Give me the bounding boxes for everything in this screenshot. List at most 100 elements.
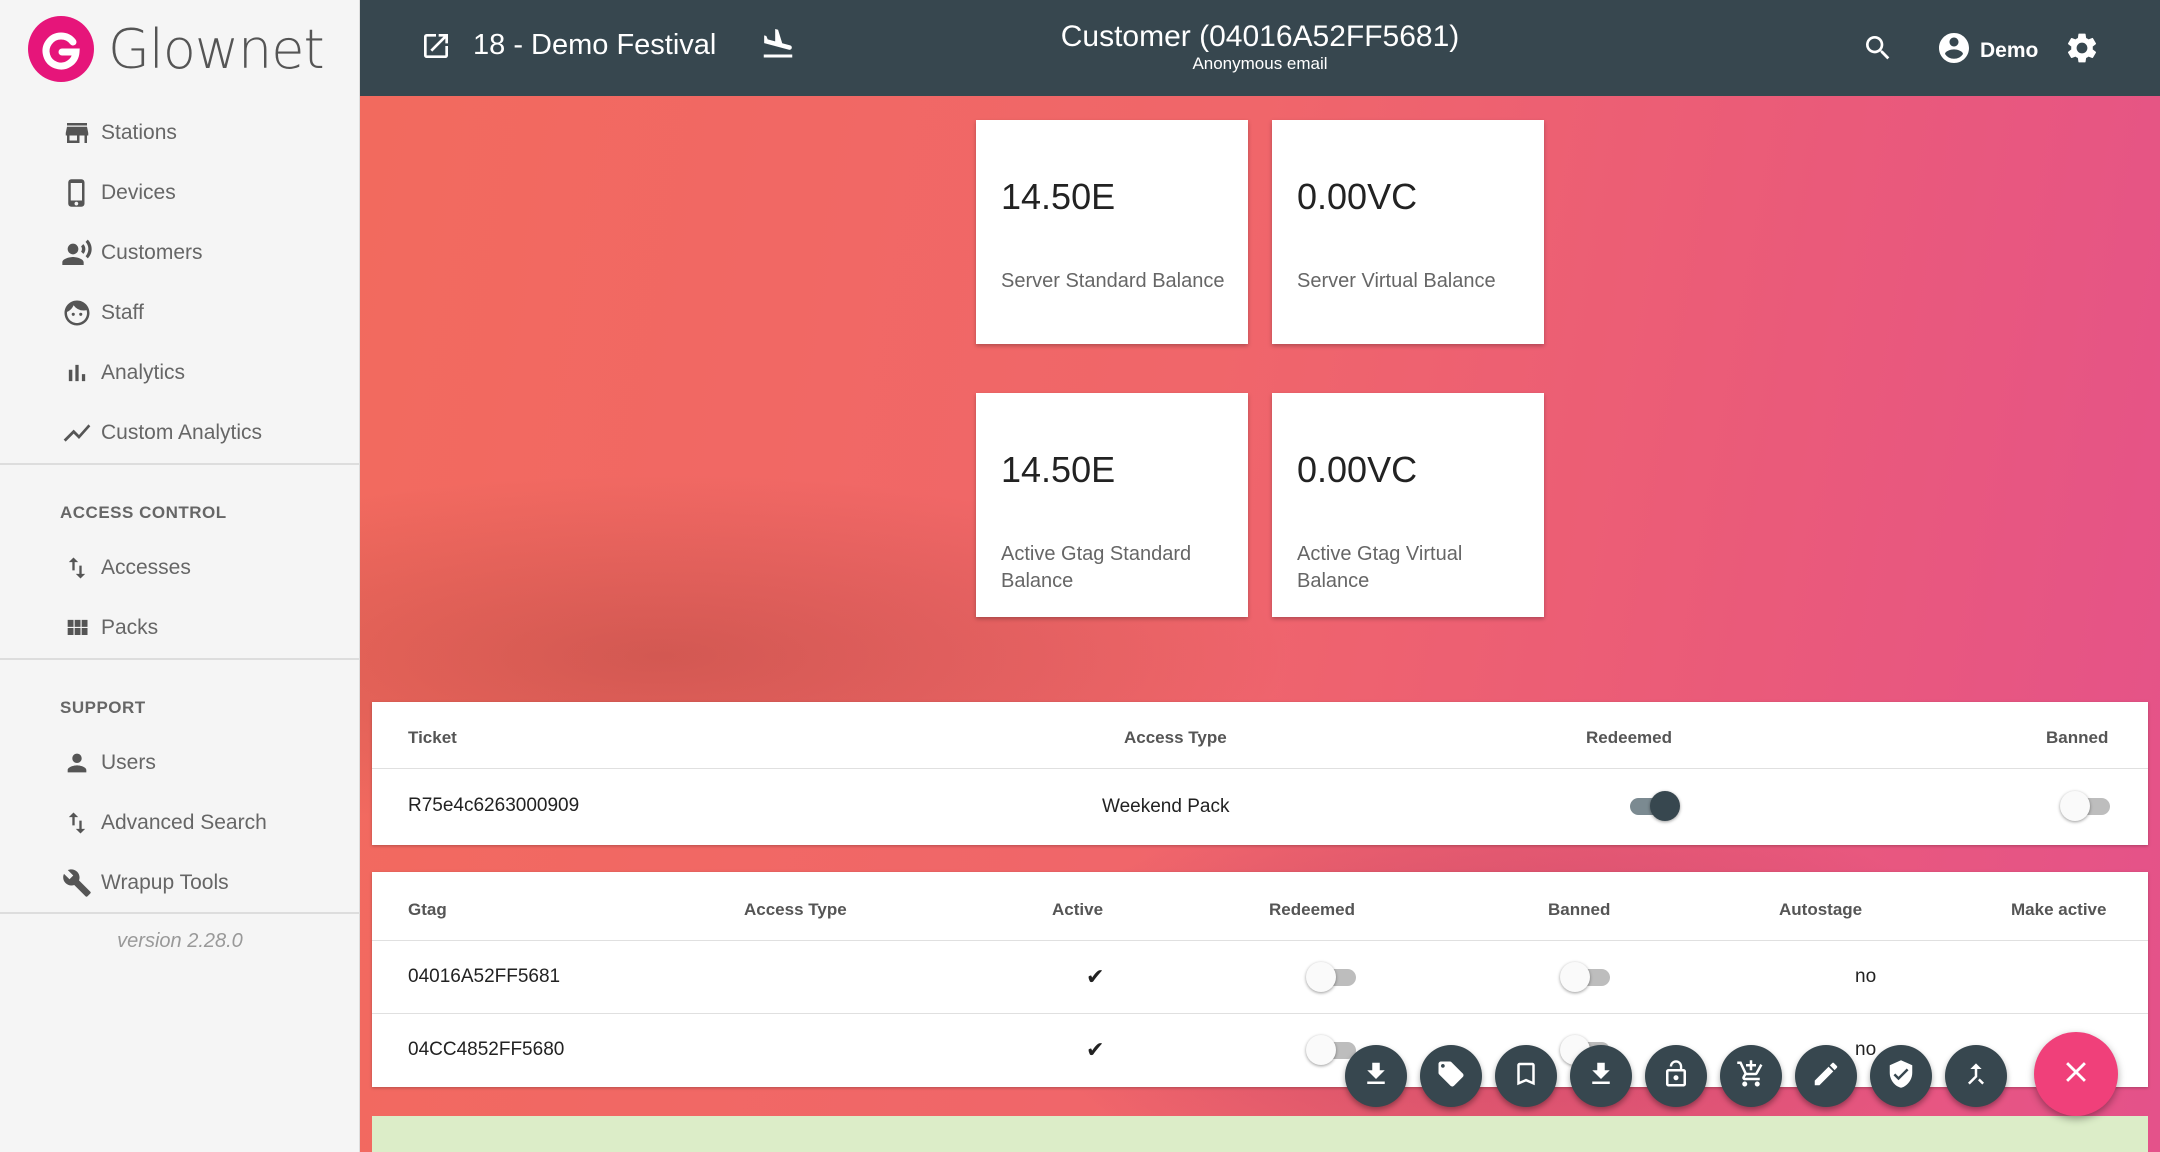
edit-button[interactable]: [1795, 1045, 1857, 1107]
balance-card-active-gtag-virtual: 0.00VC Active Gtag Virtual Balance: [1272, 393, 1544, 617]
search-icon[interactable]: [1862, 32, 1894, 69]
balance-caption: Active Gtag Virtual Balance: [1297, 543, 1463, 592]
sidebar-item-wrapup-tools[interactable]: Wrapup Tools: [0, 855, 360, 911]
ticket-code[interactable]: R75e4c6263000909: [408, 795, 579, 817]
sidebar-item-label: Devices: [101, 181, 176, 204]
tag-button[interactable]: [1420, 1045, 1482, 1107]
divider: [0, 912, 360, 914]
sidebar-item-advanced-search[interactable]: Advanced Search: [0, 795, 360, 851]
column-header-gtag: Gtag: [408, 900, 447, 919]
sidebar-item-label: Staff: [101, 301, 144, 324]
gtag-code[interactable]: 04CC4852FF5680: [408, 1039, 564, 1061]
grid-icon: [60, 611, 94, 645]
sidebar-item-stations[interactable]: Stations: [0, 105, 360, 161]
store-icon: [60, 116, 94, 150]
column-header-autostage: Autostage: [1779, 900, 1863, 919]
banned-toggle[interactable]: [2060, 791, 2114, 821]
gtag-code[interactable]: 04016A52FF5681: [408, 966, 560, 988]
app-name: Glownet: [108, 17, 325, 81]
face-icon: [60, 296, 94, 330]
sidebar: Glownet Stations Devices Customers Staff…: [0, 0, 360, 1152]
balance-caption: Active Gtag Standard Balance: [1001, 543, 1192, 592]
sidebar-item-label: Analytics: [101, 361, 186, 384]
phone-icon: [60, 176, 94, 210]
app-version: version 2.28.0: [117, 930, 243, 952]
sidebar-item-users[interactable]: Users: [0, 735, 360, 791]
balance-card-server-virtual: 0.00VC Server Virtual Balance: [1272, 120, 1544, 344]
column-header-redeemed: Redeemed: [1586, 728, 1672, 747]
person-icon: [60, 746, 94, 780]
divider: [372, 768, 2148, 769]
divider: [0, 463, 360, 465]
add-to-cart-button[interactable]: [1720, 1045, 1782, 1107]
download-button[interactable]: [1570, 1045, 1632, 1107]
sidebar-item-label: Advanced Search: [101, 811, 267, 834]
balance-caption: Server Virtual Balance: [1297, 270, 1496, 292]
column-header-banned: Banned: [1548, 900, 1611, 919]
divider: [0, 658, 360, 660]
divider: [372, 1013, 2148, 1014]
sidebar-item-accesses[interactable]: Accesses: [0, 540, 360, 596]
sidebar-item-label: Accesses: [101, 556, 191, 579]
banned-toggle[interactable]: [1560, 962, 1614, 992]
sidebar-item-label: Customers: [101, 241, 203, 264]
tickets-table: Ticket Access Type Redeemed Banned R75e4…: [372, 702, 2148, 845]
sidebar-item-label: Stations: [101, 121, 177, 144]
balance-value: 0.00VC: [1297, 176, 1418, 217]
download-icon: [1586, 1059, 1616, 1094]
close-fab-button[interactable]: [2034, 1032, 2118, 1116]
balance-caption: Server Standard Balance: [1001, 270, 1225, 292]
active-check-icon: ✔: [1086, 1037, 1105, 1062]
lock-open-icon: [1661, 1059, 1691, 1094]
trending-up-icon: [60, 416, 94, 450]
edit-icon: [1811, 1059, 1841, 1094]
merge-icon: [1961, 1059, 1991, 1094]
verified-icon: [1886, 1059, 1916, 1094]
swap-vert-icon: [60, 806, 94, 840]
column-header-make-active: Make active: [2011, 900, 2107, 919]
verify-button[interactable]: [1870, 1045, 1932, 1107]
column-header-access-type: Access Type: [744, 900, 847, 919]
glownet-logo-icon: [28, 16, 94, 82]
gear-icon[interactable]: [2064, 30, 2100, 71]
ticket-access-type: Weekend Pack: [1102, 796, 1230, 817]
sidebar-item-label: Packs: [101, 616, 159, 639]
status-strip: [372, 1116, 2148, 1152]
sidebar-item-label: Custom Analytics: [101, 421, 263, 444]
close-icon: [2059, 1055, 2093, 1094]
sidebar-item-devices[interactable]: Devices: [0, 165, 360, 221]
add-cart-icon: [1736, 1059, 1766, 1094]
bookmark-icon: [1511, 1059, 1541, 1094]
sidebar-item-customers[interactable]: Customers: [0, 225, 360, 281]
section-title-support: SUPPORT: [60, 698, 146, 717]
sidebar-item-staff[interactable]: Staff: [0, 285, 360, 341]
column-header-redeemed: Redeemed: [1269, 900, 1355, 919]
sidebar-item-label: Wrapup Tools: [101, 871, 229, 894]
balance-card-server-standard: 14.50E Server Standard Balance: [976, 120, 1248, 344]
column-header-ticket: Ticket: [408, 728, 457, 747]
logo[interactable]: Glownet: [28, 14, 325, 84]
redeemed-toggle[interactable]: [1306, 962, 1360, 992]
sidebar-item-label: Users: [101, 751, 156, 774]
download-button[interactable]: [1345, 1045, 1407, 1107]
swap-vert-icon: [60, 551, 94, 585]
balance-value: 14.50E: [1001, 449, 1116, 490]
column-header-banned: Banned: [2046, 728, 2109, 747]
autostage-value: no: [1855, 1039, 1877, 1060]
balance-value: 14.50E: [1001, 176, 1116, 217]
sidebar-item-analytics[interactable]: Analytics: [0, 345, 360, 401]
divider: [372, 940, 2148, 941]
user-menu[interactable]: Demo: [1936, 30, 2038, 72]
record-voice-icon: [60, 236, 94, 270]
unlock-button[interactable]: [1645, 1045, 1707, 1107]
download-icon: [1361, 1059, 1391, 1094]
column-header-active: Active: [1052, 900, 1104, 919]
section-title-access-control: ACCESS CONTROL: [60, 503, 227, 522]
active-check-icon: ✔: [1086, 964, 1105, 989]
merge-button[interactable]: [1945, 1045, 2007, 1107]
sidebar-item-packs[interactable]: Packs: [0, 600, 360, 656]
wrench-icon: [60, 866, 94, 900]
sidebar-item-custom-analytics[interactable]: Custom Analytics: [0, 405, 360, 461]
bookmark-button[interactable]: [1495, 1045, 1557, 1107]
redeemed-toggle[interactable]: [1626, 791, 1680, 821]
